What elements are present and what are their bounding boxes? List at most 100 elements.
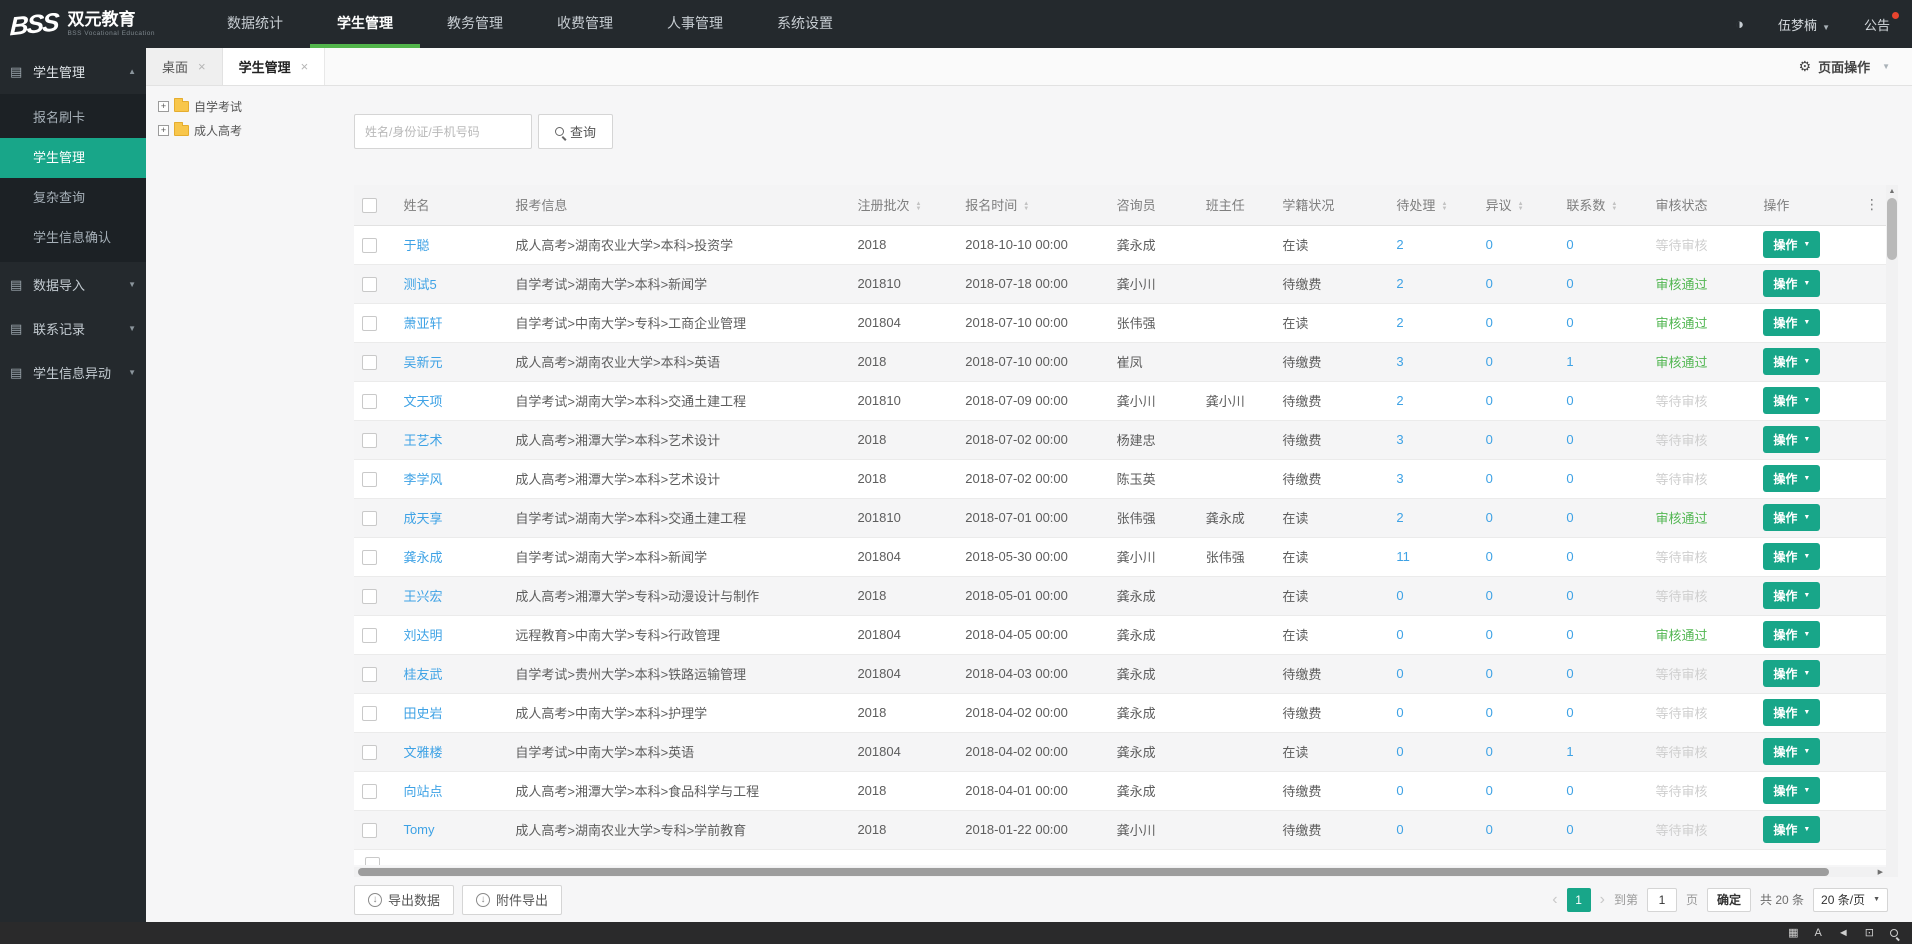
contacts-count-link[interactable]: 0: [1566, 315, 1573, 330]
export-data-button[interactable]: ↓ 导出数据: [354, 885, 454, 915]
sidebar-section-students[interactable]: ▤ 学生管理 ▲: [0, 48, 146, 94]
row-checkbox[interactable]: [362, 706, 377, 721]
pending-count-link[interactable]: 0: [1396, 744, 1403, 759]
student-name-link[interactable]: 王兴宏: [403, 589, 442, 604]
row-action-button[interactable]: 操作▼: [1763, 465, 1820, 492]
row-checkbox[interactable]: [362, 277, 377, 292]
student-name-link[interactable]: 田史岩: [403, 706, 442, 721]
row-checkbox[interactable]: [362, 316, 377, 331]
nav-item-settings[interactable]: 系统设置: [750, 0, 860, 48]
student-name-link[interactable]: 于聪: [403, 238, 429, 253]
student-name-link[interactable]: 向站点: [403, 784, 442, 799]
dispute-count-link[interactable]: 0: [1486, 666, 1493, 681]
nav-item-fees[interactable]: 收费管理: [530, 0, 640, 48]
pending-count-link[interactable]: 2: [1396, 510, 1403, 525]
contacts-count-link[interactable]: 0: [1566, 471, 1573, 486]
row-action-button[interactable]: 操作▼: [1763, 660, 1820, 687]
pending-count-link[interactable]: 0: [1396, 822, 1403, 837]
row-action-button[interactable]: 操作▼: [1763, 426, 1820, 453]
row-checkbox[interactable]: [362, 394, 377, 409]
student-name-link[interactable]: 测试5: [403, 277, 436, 292]
student-name-link[interactable]: 桂友武: [403, 667, 442, 682]
contacts-count-link[interactable]: 0: [1566, 549, 1573, 564]
vertical-scrollbar-thumb[interactable]: [1887, 198, 1897, 260]
student-name-link[interactable]: 文雅楼: [403, 745, 442, 760]
tab-student-mgmt[interactable]: 学生管理 ×: [223, 48, 326, 85]
sort-icon[interactable]: ▲▼: [1518, 202, 1524, 212]
row-action-button[interactable]: 操作▼: [1763, 270, 1820, 297]
tree-node-adult-exam[interactable]: + 成人高考: [158, 122, 338, 139]
horizontal-scrollbar[interactable]: ▶: [354, 867, 1886, 877]
contacts-count-link[interactable]: 1: [1566, 744, 1573, 759]
goto-confirm-button[interactable]: 确定: [1707, 888, 1751, 912]
nav-item-students[interactable]: 学生管理: [310, 0, 420, 48]
tab-desktop[interactable]: 桌面 ×: [146, 48, 223, 85]
close-icon[interactable]: ×: [301, 59, 309, 74]
sidebar-group-contact-records[interactable]: ▤ 联系记录 ▼: [0, 306, 146, 350]
sort-icon[interactable]: ▲▼: [1023, 202, 1029, 212]
student-name-link[interactable]: 李学风: [403, 472, 442, 487]
dispute-count-link[interactable]: 0: [1486, 237, 1493, 252]
contacts-count-link[interactable]: 0: [1566, 666, 1573, 681]
dispute-count-link[interactable]: 0: [1486, 744, 1493, 759]
row-action-button[interactable]: 操作▼: [1763, 738, 1820, 765]
contacts-count-link[interactable]: 1: [1566, 354, 1573, 369]
prev-page-icon[interactable]: ‹: [1552, 891, 1557, 909]
dispute-count-link[interactable]: 0: [1486, 276, 1493, 291]
search-button[interactable]: 查询: [538, 114, 613, 149]
row-checkbox[interactable]: [362, 550, 377, 565]
more-columns-icon[interactable]: ⋮: [1857, 185, 1886, 225]
row-action-button[interactable]: 操作▼: [1763, 816, 1820, 843]
pending-count-link[interactable]: 2: [1396, 393, 1403, 408]
row-checkbox[interactable]: [362, 433, 377, 448]
student-name-link[interactable]: 吴新元: [403, 355, 442, 370]
nav-item-academic[interactable]: 教务管理: [420, 0, 530, 48]
export-attachments-button[interactable]: ↓ 附件导出: [462, 885, 562, 915]
dispute-count-link[interactable]: 0: [1486, 627, 1493, 642]
sidebar-group-data-import[interactable]: ▤ 数据导入 ▼: [0, 262, 146, 306]
dispute-count-link[interactable]: 0: [1486, 393, 1493, 408]
pending-count-link[interactable]: 3: [1396, 471, 1403, 486]
tray-volume-icon[interactable]: ◄: [1838, 922, 1849, 944]
pending-count-link[interactable]: 0: [1396, 783, 1403, 798]
tree-node-self-study[interactable]: + 自学考试: [158, 98, 338, 115]
sort-icon[interactable]: ▲▼: [915, 202, 921, 212]
row-checkbox[interactable]: [362, 589, 377, 604]
sidebar-item-student-mgmt[interactable]: 学生管理: [0, 138, 146, 178]
pending-count-link[interactable]: 0: [1396, 588, 1403, 603]
tray-window-icon[interactable]: ▦: [1788, 922, 1798, 944]
column-header-9[interactable]: 联系数▲▼: [1558, 185, 1647, 225]
expand-icon[interactable]: +: [158, 101, 169, 112]
column-header-8[interactable]: 异议▲▼: [1478, 185, 1559, 225]
student-name-link[interactable]: 王艺术: [403, 433, 442, 448]
notice-link[interactable]: 公告: [1864, 15, 1890, 34]
page-actions-dropdown[interactable]: ⚙ 页面操作 ▼: [1777, 48, 1912, 85]
sidebar-item-complex-query[interactable]: 复杂查询: [0, 178, 146, 218]
tray-display-icon[interactable]: ⊡: [1865, 922, 1874, 944]
row-action-button[interactable]: 操作▼: [1763, 348, 1820, 375]
row-action-button[interactable]: 操作▼: [1763, 231, 1820, 258]
row-checkbox[interactable]: [362, 667, 377, 682]
row-action-button[interactable]: 操作▼: [1763, 582, 1820, 609]
contacts-count-link[interactable]: 0: [1566, 393, 1573, 408]
expand-icon[interactable]: +: [158, 125, 169, 136]
theme-palette-icon[interactable]: ◑: [1735, 16, 1744, 33]
dispute-count-link[interactable]: 0: [1486, 510, 1493, 525]
student-name-link[interactable]: 成天享: [403, 511, 442, 526]
contacts-count-link[interactable]: 0: [1566, 783, 1573, 798]
horizontal-scrollbar-thumb[interactable]: [358, 868, 1829, 876]
row-checkbox[interactable]: [362, 355, 377, 370]
contacts-count-link[interactable]: 0: [1566, 588, 1573, 603]
pending-count-link[interactable]: 0: [1396, 705, 1403, 720]
contacts-count-link[interactable]: 0: [1566, 237, 1573, 252]
row-checkbox[interactable]: [362, 511, 377, 526]
row-checkbox[interactable]: [362, 472, 377, 487]
row-checkbox[interactable]: [362, 628, 377, 643]
dispute-count-link[interactable]: 0: [1486, 315, 1493, 330]
row-action-button[interactable]: 操作▼: [1763, 777, 1820, 804]
row-action-button[interactable]: 操作▼: [1763, 621, 1820, 648]
pending-count-link[interactable]: 2: [1396, 276, 1403, 291]
row-action-button[interactable]: 操作▼: [1763, 387, 1820, 414]
nav-item-statistics[interactable]: 数据统计: [200, 0, 310, 48]
student-name-link[interactable]: Tomy: [403, 822, 434, 837]
